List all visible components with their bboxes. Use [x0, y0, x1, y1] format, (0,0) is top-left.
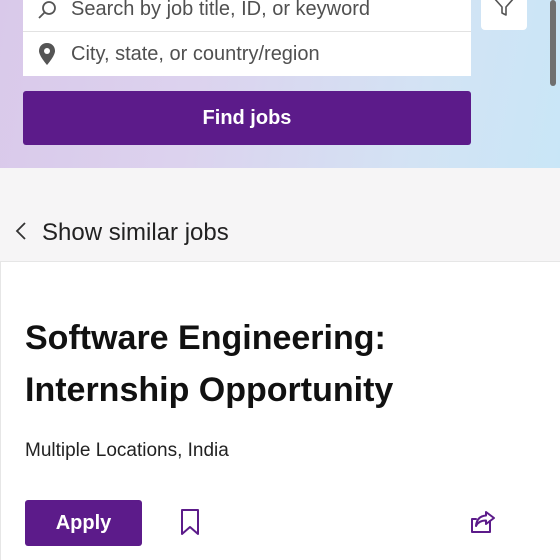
job-location: Multiple Locations, India — [25, 440, 229, 461]
share-icon — [468, 508, 498, 541]
chevron-left-icon — [14, 220, 28, 247]
bookmark-icon — [178, 507, 202, 542]
show-similar-jobs-link[interactable]: Show similar jobs — [14, 216, 229, 250]
filter-icon — [491, 0, 517, 25]
job-title-line-1: Software Engineering: — [25, 319, 386, 357]
job-title-line-2: Internship Opportunity — [25, 371, 394, 409]
location-search-placeholder: City, state, or country/region — [71, 42, 320, 65]
location-pin-icon — [23, 32, 71, 76]
find-jobs-button[interactable]: Find jobs — [23, 91, 471, 145]
search-icon — [23, 0, 71, 32]
keyword-search-placeholder: Search by job title, ID, or keyword — [71, 0, 371, 20]
location-search-field[interactable]: City, state, or country/region — [23, 32, 471, 76]
job-title: Software Engineering: Internship Opportu… — [25, 312, 525, 416]
keyword-search-field[interactable]: Search by job title, ID, or keyword — [23, 0, 471, 32]
apply-button[interactable]: Apply — [25, 500, 142, 546]
scrollbar[interactable] — [550, 0, 556, 86]
filter-button[interactable] — [481, 0, 527, 30]
save-job-button[interactable] — [174, 506, 206, 542]
search-hero: Search by job title, ID, or keyword City… — [0, 0, 560, 168]
show-similar-jobs-label: Show similar jobs — [42, 219, 229, 246]
share-job-button[interactable] — [465, 506, 501, 542]
